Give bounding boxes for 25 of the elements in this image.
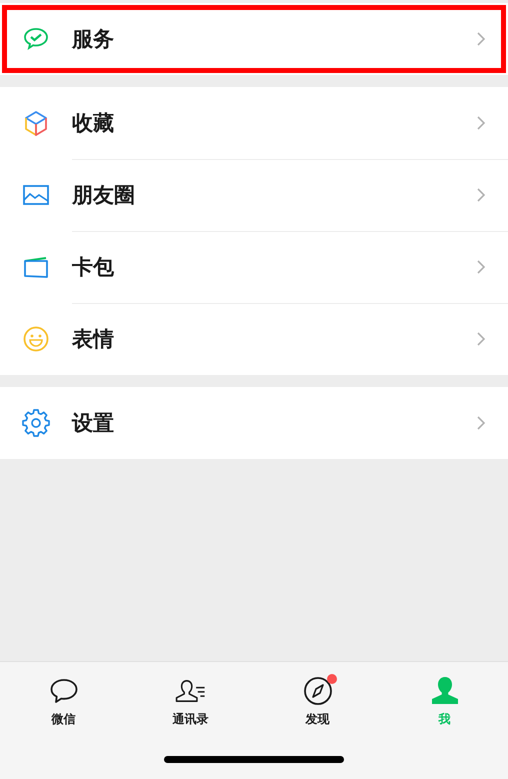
tab[interactable]: 通讯录 xyxy=(127,675,254,728)
menu-row[interactable]: 收藏 xyxy=(0,87,508,159)
chevron-right-icon xyxy=(476,331,486,347)
menu-label: 朋友圈 xyxy=(72,182,135,208)
chat-check-icon xyxy=(22,25,50,53)
menu-row[interactable]: 服务 xyxy=(0,3,508,75)
tab[interactable]: 微信 xyxy=(0,675,127,728)
chevron-right-icon xyxy=(476,114,486,130)
chevron-right-icon xyxy=(476,258,486,274)
menu-row[interactable]: 卡包 xyxy=(0,231,508,303)
menu-row[interactable]: 朋友圈 xyxy=(0,159,508,231)
chevron-right-icon xyxy=(476,186,486,202)
menu-label: 设置 xyxy=(72,410,114,437)
menu-label: 表情 xyxy=(72,326,114,353)
menu-row[interactable]: 设置 xyxy=(0,387,508,459)
cube-icon xyxy=(22,109,50,137)
chevron-right-icon xyxy=(476,31,486,47)
tab[interactable]: 发现 xyxy=(254,675,381,728)
menu-label: 收藏 xyxy=(72,110,114,136)
smiley-icon xyxy=(22,325,50,353)
menu-label: 服务 xyxy=(72,26,114,53)
menu-label: 卡包 xyxy=(72,254,114,280)
menu-row[interactable]: 表情 xyxy=(0,303,508,375)
chevron-right-icon xyxy=(476,415,486,431)
settings-icon xyxy=(22,409,50,437)
